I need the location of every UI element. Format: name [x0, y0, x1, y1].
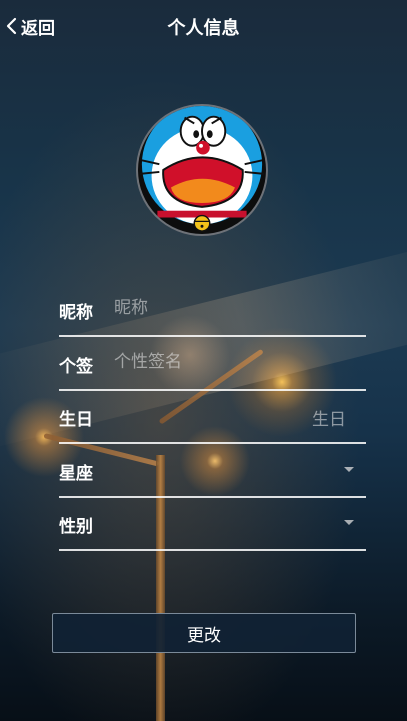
doraemon-avatar-image: [138, 106, 266, 234]
nickname-row: 昵称: [59, 284, 366, 337]
dropdown-arrow-icon[interactable]: [344, 467, 354, 472]
page-title: 个人信息: [167, 18, 240, 39]
birthday-value[interactable]: 生日: [312, 405, 346, 430]
signature-label: 个签: [59, 357, 93, 377]
nickname-label: 昵称: [59, 303, 93, 323]
gender-label: 性别: [59, 517, 93, 537]
signature-row: 个签: [59, 338, 366, 391]
header-bar: 返回 个人信息: [0, 0, 407, 52]
birthday-label: 生日: [59, 410, 93, 430]
gender-row[interactable]: 性别: [59, 498, 366, 551]
constellation-label: 星座: [59, 464, 93, 484]
birthday-row[interactable]: 生日 生日: [59, 391, 366, 444]
avatar[interactable]: [136, 104, 268, 236]
signature-input[interactable]: [114, 348, 354, 376]
dropdown-arrow-icon[interactable]: [344, 520, 354, 525]
submit-button[interactable]: 更改: [52, 613, 356, 653]
nickname-input[interactable]: [114, 294, 354, 322]
constellation-row[interactable]: 星座: [59, 445, 366, 498]
